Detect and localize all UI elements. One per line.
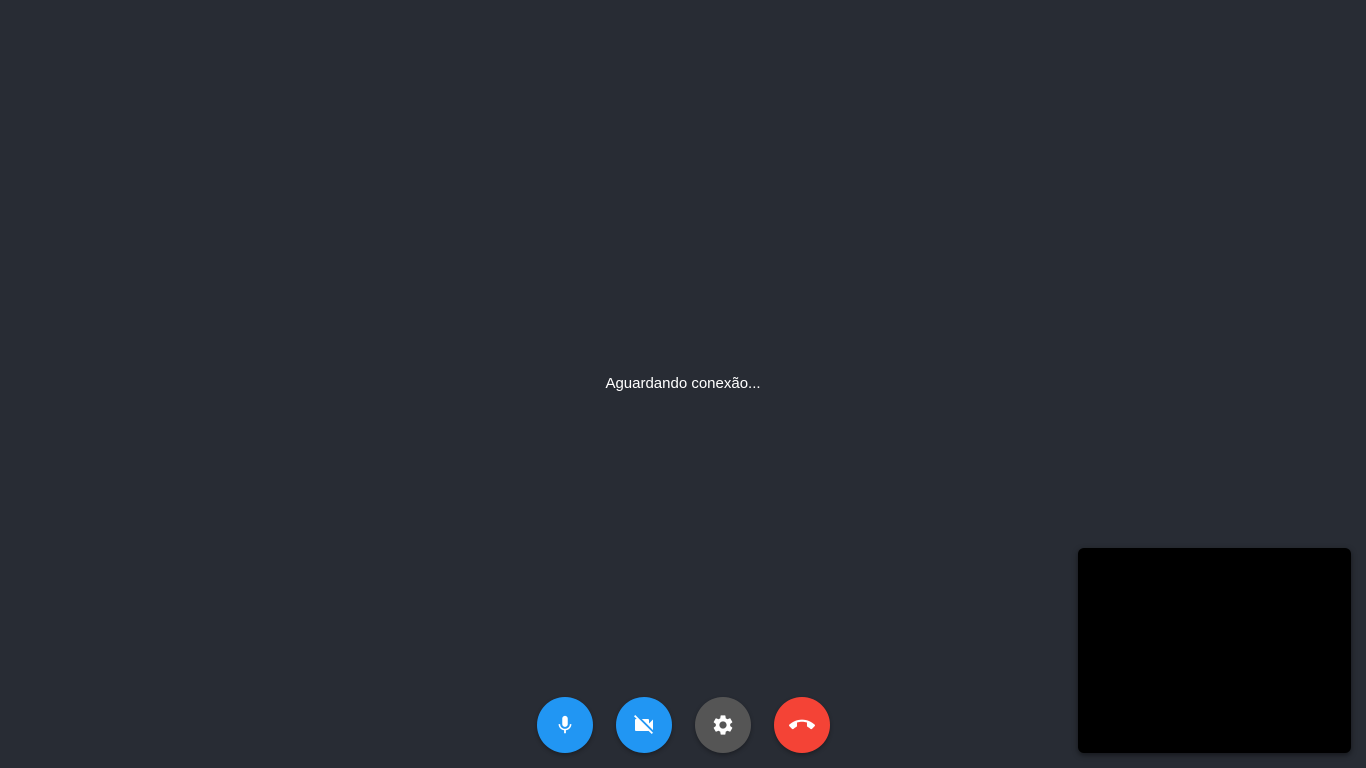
phone-hangup-icon [789, 712, 815, 738]
settings-button[interactable] [695, 697, 751, 753]
microphone-button[interactable] [537, 697, 593, 753]
camera-toggle-button[interactable] [616, 697, 672, 753]
microphone-icon [554, 714, 576, 736]
call-screen: Aguardando conexão... [0, 0, 1366, 768]
call-controls-bar [537, 697, 830, 753]
video-off-icon [632, 713, 656, 737]
gear-icon [711, 713, 735, 737]
connection-status-text: Aguardando conexão... [605, 375, 761, 392]
hang-up-button[interactable] [774, 697, 830, 753]
local-video-preview [1078, 548, 1351, 753]
